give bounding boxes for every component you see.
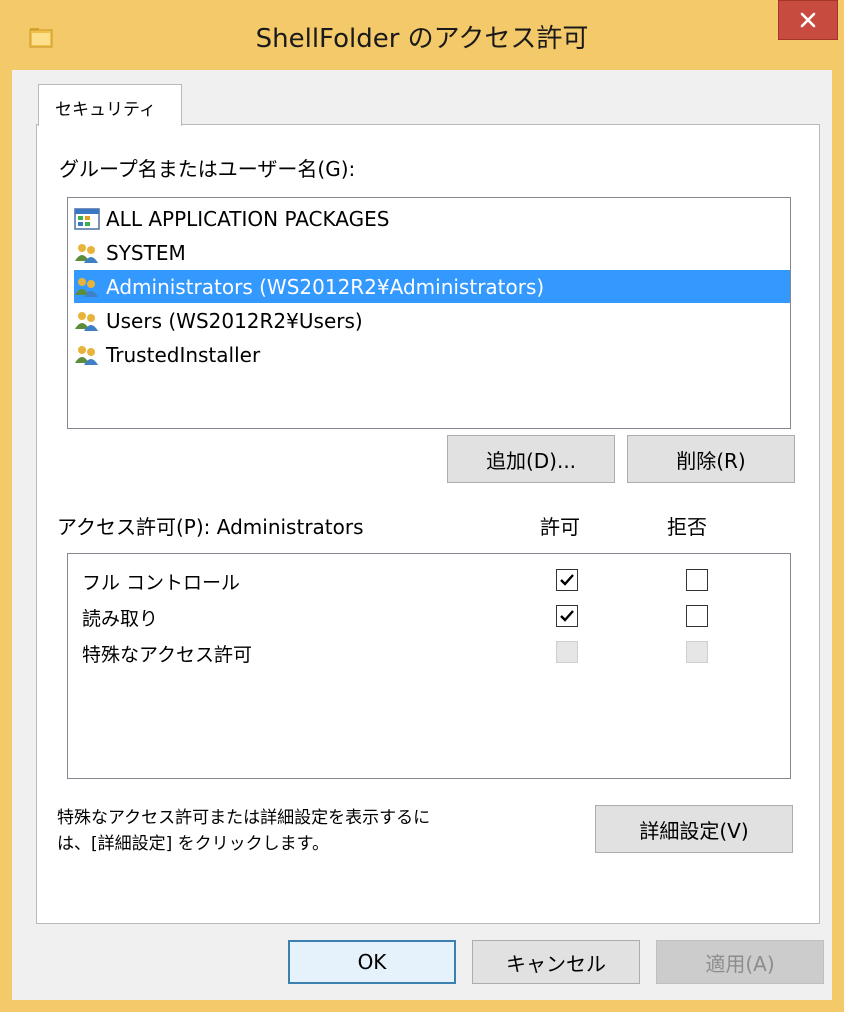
list-item[interactable]: Users (WS2012R2¥Users) [74, 304, 371, 337]
ok-button[interactable]: OK [288, 940, 456, 984]
app-packages-icon [74, 207, 100, 230]
add-button[interactable]: 追加(D)... [447, 435, 615, 483]
advanced-hint-text: 特殊なアクセス許可または詳細設定を表示するに は、[詳細設定] をクリックします… [57, 805, 430, 857]
deny-checkbox-disabled [686, 641, 708, 663]
list-item[interactable]: ALL APPLICATION PACKAGES [74, 202, 397, 235]
check-icon [560, 574, 574, 586]
permission-label: 読み取り [82, 608, 159, 630]
user-group-icon [75, 243, 98, 263]
allow-checkbox-disabled [556, 641, 578, 663]
permission-row: 読み取り [68, 598, 790, 634]
deny-checkbox[interactable] [686, 569, 708, 591]
close-button[interactable] [778, 0, 838, 40]
list-item-label: SYSTEM [106, 240, 186, 265]
dialog-window: ShellFolder のアクセス許可 セキュリティ グループ名またはユーザー名… [0, 0, 844, 1012]
groups-listbox[interactable]: ALL APPLICATION PACKAGES SYSTEM Administ… [67, 197, 791, 429]
permission-row: 特殊なアクセス許可 [68, 634, 790, 670]
deny-checkbox[interactable] [686, 605, 708, 627]
window-title: ShellFolder のアクセス許可 [255, 24, 589, 54]
apply-button: 適用(A) [656, 940, 824, 984]
list-item-selected[interactable]: Administrators (WS2012R2¥Administrators) [74, 270, 790, 303]
cancel-button[interactable]: キャンセル [472, 940, 640, 984]
user-group-icon [75, 277, 98, 297]
permission-label: フル コントロール [82, 572, 241, 594]
allow-checkbox[interactable] [556, 569, 578, 591]
dialog-client-area: セキュリティ グループ名またはユーザー名(G): ALL APPLICATION… [12, 70, 832, 1000]
advanced-hint-line1: 特殊なアクセス許可または詳細設定を表示するに [57, 808, 431, 828]
check-icon [560, 610, 574, 622]
tab-security[interactable]: セキュリティ [38, 84, 182, 126]
allow-checkbox[interactable] [556, 605, 578, 627]
security-tab-panel: グループ名またはユーザー名(G): ALL APPLICATION PACKAG… [36, 124, 820, 924]
list-item-label: Administrators (WS2012R2¥Administrators) [106, 274, 545, 299]
groups-label: グループ名またはユーザー名(G): [59, 157, 356, 181]
permission-row: フル コントロール [68, 562, 790, 598]
list-item-label: Users (WS2012R2¥Users) [106, 308, 363, 333]
list-item-label: TrustedInstaller [106, 342, 261, 367]
advanced-hint-line2: は、[詳細設定] をクリックします。 [57, 834, 329, 854]
remove-button[interactable]: 削除(R) [627, 435, 795, 483]
permissions-label: アクセス許可(P): Administrators [57, 515, 364, 539]
list-item-label: ALL APPLICATION PACKAGES [106, 206, 390, 231]
close-icon [800, 12, 816, 28]
permission-label: 特殊なアクセス許可 [82, 644, 253, 666]
list-item[interactable]: SYSTEM [74, 236, 194, 269]
user-group-icon [75, 345, 98, 365]
user-group-icon [75, 311, 98, 331]
advanced-button[interactable]: 詳細設定(V) [595, 805, 793, 853]
deny-column-header: 拒否 [667, 515, 707, 539]
title-bar[interactable]: ShellFolder のアクセス許可 [0, 0, 844, 70]
permissions-list: フル コントロール 読み取り 特殊なアクセス許可 [67, 553, 791, 779]
allow-column-header: 許可 [540, 515, 580, 539]
list-item[interactable]: TrustedInstaller [74, 338, 268, 371]
